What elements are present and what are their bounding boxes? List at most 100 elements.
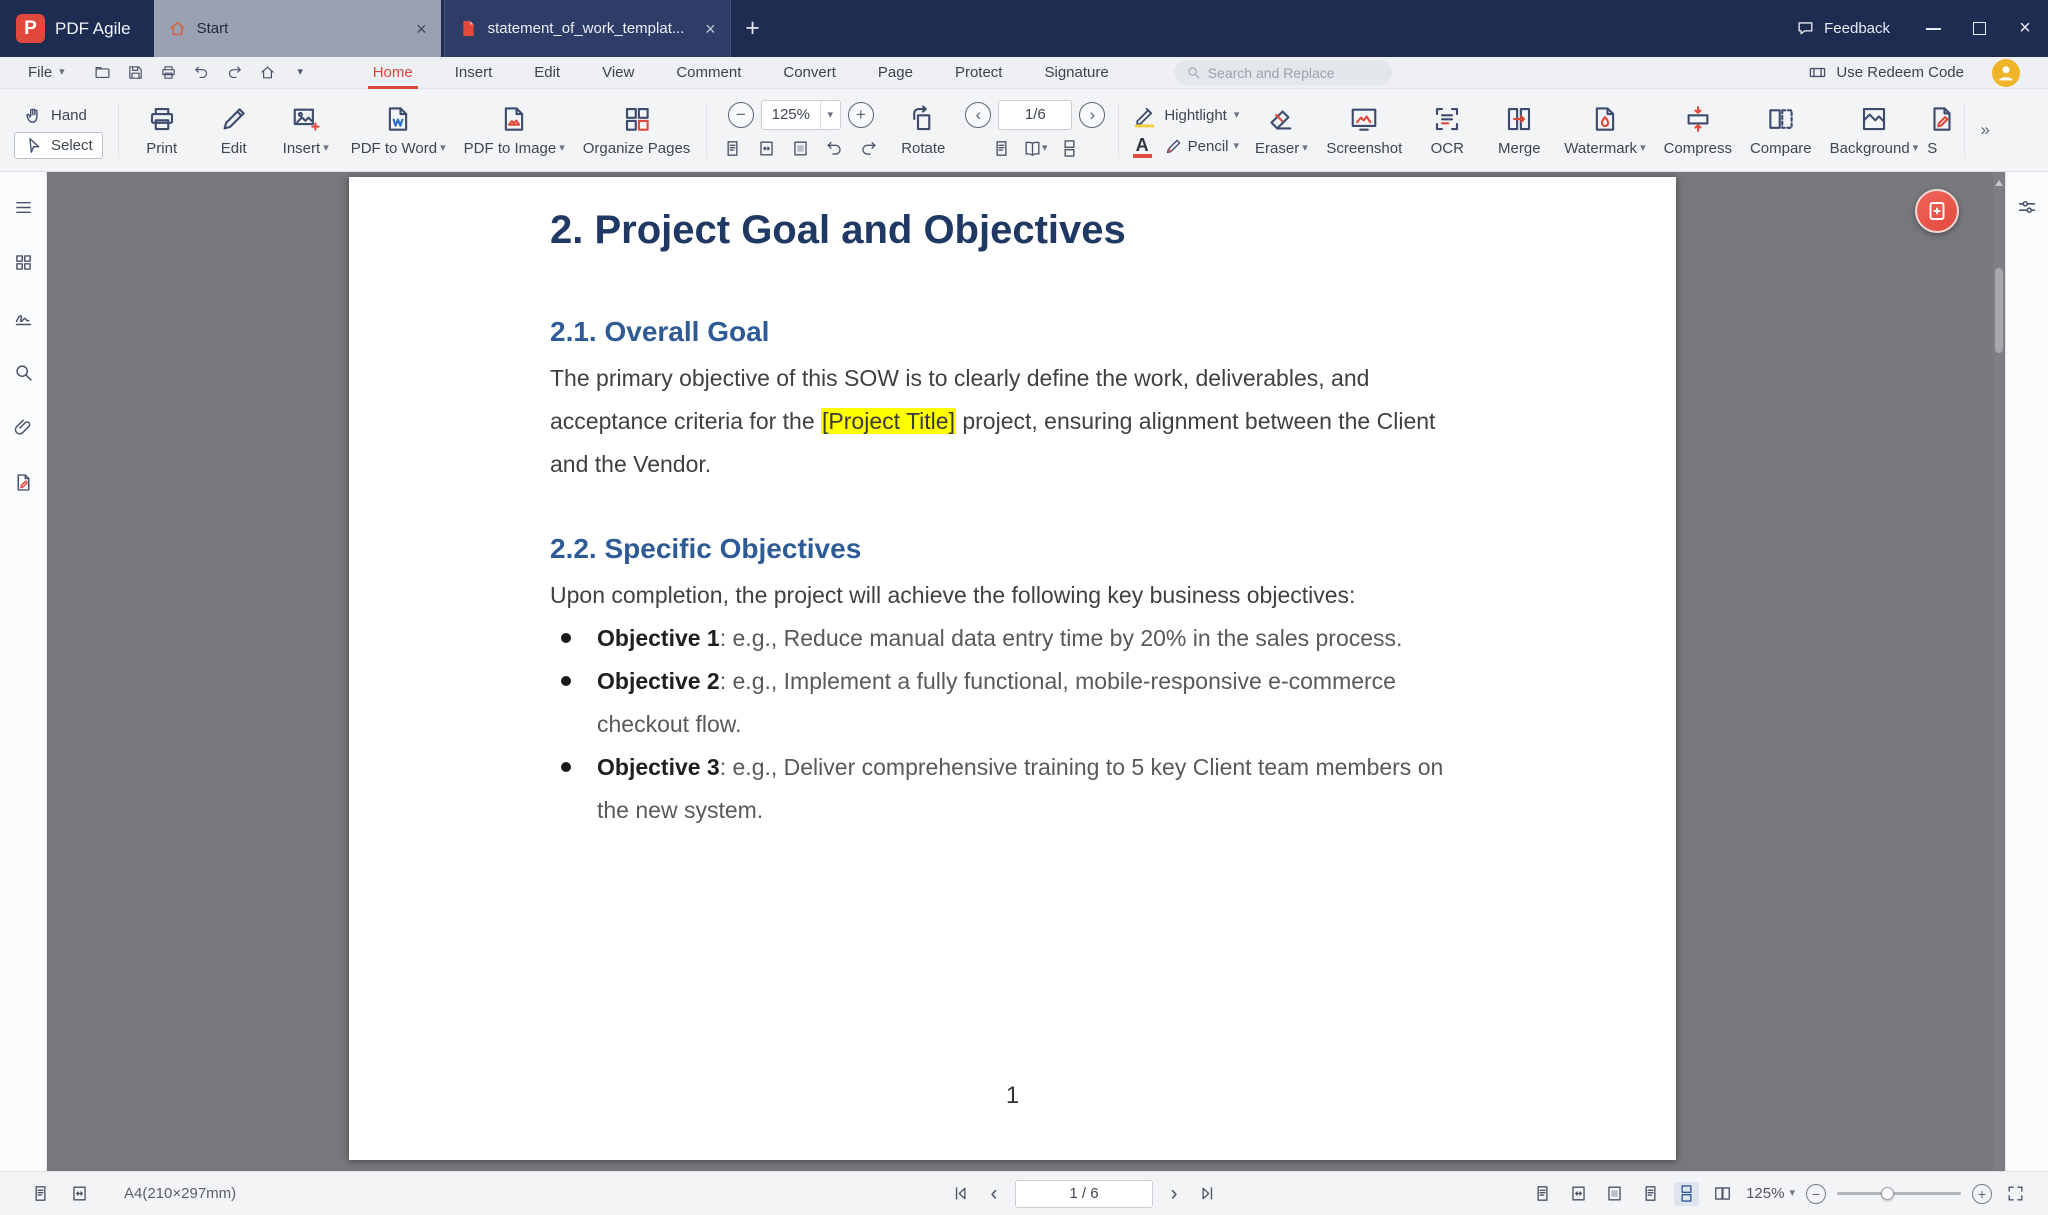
next-page-button[interactable]: › (1162, 1182, 1186, 1206)
redo-button[interactable] (219, 60, 250, 86)
fullscreen-button[interactable] (2003, 1182, 2028, 1206)
home-view-button[interactable] (252, 60, 283, 86)
two-page-view-button[interactable] (1710, 1182, 1735, 1206)
highlight-button[interactable]: Hightlight ▾ (1132, 103, 1239, 128)
scroll-up-icon[interactable] (1995, 180, 2003, 186)
zoom-in-button[interactable]: + (1972, 1183, 1992, 1204)
edit-button[interactable]: Edit (198, 93, 270, 167)
quick-access-chevron[interactable]: ▾ (285, 60, 316, 86)
font-color-button[interactable]: A (1132, 135, 1152, 158)
zoom-in-button[interactable]: + (847, 101, 874, 128)
page-indicator-field[interactable] (1015, 1179, 1153, 1208)
single-page-view-button[interactable] (1638, 1182, 1663, 1206)
organize-pages-button[interactable]: Organize Pages (574, 93, 700, 167)
pencil-tool-button[interactable]: Pencil ▾ (1164, 137, 1239, 156)
minimize-button[interactable] (1910, 0, 1956, 57)
quick-print-button[interactable] (153, 60, 184, 86)
vertical-scrollbar[interactable] (1993, 172, 2005, 1171)
clipped-toolbar-button[interactable]: S (1927, 93, 1957, 167)
signature-panel-button[interactable] (10, 304, 36, 330)
search-input[interactable] (1207, 64, 1380, 81)
page-field[interactable] (998, 99, 1073, 130)
pdf-to-word-button[interactable]: PDF to Word ▾ (342, 93, 455, 167)
tab-view[interactable]: View (581, 57, 655, 89)
tab-home[interactable]: Home (352, 57, 434, 89)
page-size-button[interactable] (67, 1182, 92, 1206)
compress-button[interactable]: Compress (1655, 93, 1741, 167)
tab-convert[interactable]: Convert (762, 57, 857, 89)
select-tool-button[interactable]: Select (14, 131, 103, 159)
rotate-button[interactable]: Rotate (887, 93, 959, 167)
zoom-slider[interactable] (1837, 1187, 1961, 1200)
redeem-code-button[interactable]: Use Redeem Code (1808, 63, 1992, 82)
continuous-view-button[interactable] (1674, 1181, 1700, 1206)
search-replace-box[interactable] (1173, 60, 1392, 85)
undo-button[interactable] (186, 60, 217, 86)
last-page-button[interactable] (1195, 1182, 1220, 1206)
thumbnails-panel-button[interactable] (10, 249, 36, 275)
tab-edit[interactable]: Edit (513, 57, 581, 89)
tab-signature[interactable]: Signature (1023, 57, 1129, 89)
zoom-out-button[interactable]: − (1806, 1183, 1826, 1204)
open-file-button[interactable] (87, 60, 118, 86)
tab-page[interactable]: Page (857, 57, 934, 89)
screenshot-button[interactable]: Screenshot (1317, 93, 1411, 167)
fit-width-button[interactable] (1566, 1182, 1591, 1206)
background-button[interactable]: Background ▾ (1821, 93, 1928, 167)
page-info-button[interactable] (28, 1182, 53, 1206)
next-page-button[interactable]: › (1079, 101, 1106, 128)
attachments-panel-button[interactable] (10, 414, 36, 440)
merge-button[interactable]: Merge (1483, 93, 1555, 167)
print-button[interactable]: Print (126, 93, 198, 167)
zoom-level-dropdown[interactable]: 125% ▾ (1746, 1185, 1795, 1202)
new-tab-button[interactable]: + (731, 0, 775, 57)
zoom-dropdown[interactable]: ▾ (819, 100, 840, 129)
quick-convert-fab[interactable] (1915, 189, 1959, 233)
rotate-left-button[interactable] (822, 137, 847, 161)
tab-comment[interactable]: Comment (655, 57, 762, 89)
tab-close-icon[interactable]: × (416, 20, 427, 38)
toolbar-overflow-button[interactable]: » (1972, 99, 1998, 161)
actual-size-button[interactable] (720, 137, 745, 161)
tab-protect[interactable]: Protect (934, 57, 1024, 89)
save-button[interactable] (120, 60, 151, 86)
actual-size-button[interactable] (1530, 1182, 1555, 1206)
page-input[interactable] (999, 106, 1072, 123)
file-menu[interactable]: File ▾ (0, 64, 77, 81)
watermark-button[interactable]: Watermark ▾ (1555, 93, 1654, 167)
two-page-view-button[interactable]: ▾ (1023, 137, 1048, 161)
properties-panel-button[interactable] (2014, 194, 2040, 220)
maximize-button[interactable] (1956, 0, 2002, 57)
pdf-to-image-button[interactable]: PDF to Image ▾ (455, 93, 574, 167)
pdf-page[interactable]: 2. Project Goal and Objectives 2.1. Over… (349, 177, 1676, 1160)
single-page-view-button[interactable] (989, 137, 1014, 161)
previous-page-button[interactable]: ‹ (982, 1182, 1006, 1206)
feedback-button[interactable]: Feedback (1776, 0, 1910, 57)
compare-button[interactable]: Compare (1741, 93, 1821, 167)
first-page-button[interactable] (948, 1182, 973, 1206)
fit-page-button[interactable] (1602, 1182, 1627, 1206)
ocr-button[interactable]: OCR (1411, 93, 1483, 167)
eraser-button[interactable]: Eraser ▾ (1245, 93, 1317, 167)
zoom-out-button[interactable]: − (727, 101, 754, 128)
tab-document[interactable]: statement_of_work_templat... × (443, 0, 731, 57)
page-indicator-input[interactable] (1016, 1180, 1152, 1207)
previous-page-button[interactable]: ‹ (965, 101, 992, 128)
rotate-right-button[interactable] (856, 137, 881, 161)
close-window-button[interactable]: × (2002, 0, 2048, 57)
zoom-input[interactable] (761, 106, 820, 123)
hand-tool-button[interactable]: Hand (14, 102, 103, 129)
document-viewport[interactable]: 2. Project Goal and Objectives 2.1. Over… (47, 172, 1993, 1171)
continuous-view-button[interactable] (1057, 137, 1082, 161)
zoom-field[interactable]: ▾ (760, 99, 841, 130)
tab-close-icon[interactable]: × (705, 20, 716, 38)
search-panel-button[interactable] (10, 359, 36, 385)
panel-menu-button[interactable] (10, 194, 36, 220)
annotations-panel-button[interactable] (10, 469, 36, 495)
tab-start[interactable]: Start × (153, 0, 441, 57)
fit-page-button[interactable] (788, 137, 813, 161)
scrollbar-thumb[interactable] (1995, 268, 2003, 353)
avatar[interactable] (1992, 58, 2020, 87)
fit-width-button[interactable] (754, 137, 779, 161)
zoom-slider-knob[interactable] (1881, 1187, 1894, 1200)
